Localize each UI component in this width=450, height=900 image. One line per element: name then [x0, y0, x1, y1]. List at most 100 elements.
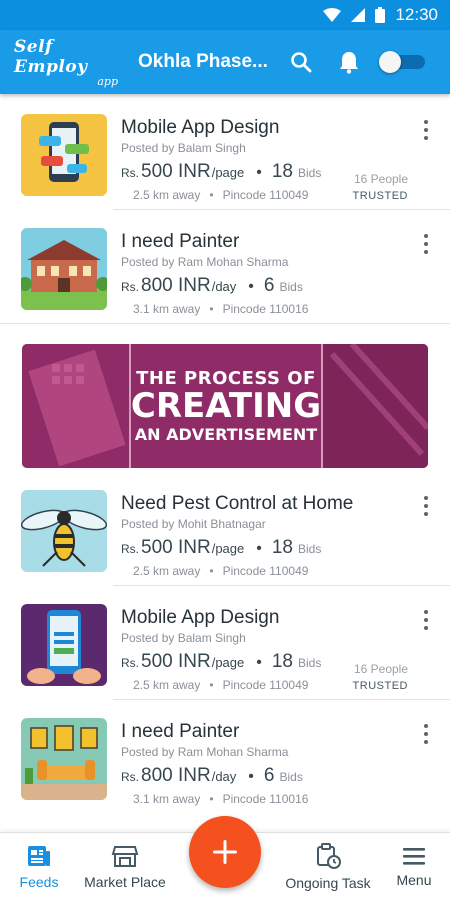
- nav-menu-label: Menu: [396, 872, 432, 888]
- toggle-knob: [379, 51, 401, 73]
- bids-label: Bids: [298, 166, 322, 180]
- logo-subtext: app: [97, 74, 118, 88]
- location-meta: 2.5 km away • Pincode 110049: [133, 564, 309, 578]
- job-title: Mobile App Design: [121, 117, 280, 138]
- feed-card[interactable]: Mobile App Design Posted by Balam Singh …: [0, 584, 450, 700]
- price-unit: /page: [211, 165, 245, 180]
- location-meta: 3.1 km away • Pincode 110016: [133, 792, 309, 806]
- location-meta: 2.5 km away • Pincode 110049: [133, 188, 309, 202]
- app-bar: Self Employ app Okhla Phase...: [0, 30, 450, 94]
- distance: 2.5 km away: [133, 678, 201, 692]
- pincode: Pincode 110049: [222, 188, 309, 202]
- advertisement-banner[interactable]: THE PROCESS OF CREATING AN ADVERTISEMENT: [22, 344, 428, 468]
- pincode: Pincode 110016: [222, 792, 309, 806]
- price-amount: 500 INR: [141, 651, 211, 672]
- search-button[interactable]: [281, 42, 321, 82]
- logo-text: Self Employ: [14, 36, 88, 77]
- location-meta: 3.1 km away • Pincode 110016: [133, 302, 309, 316]
- price-row: Rs. 500 INR /page • 18 Bids: [121, 161, 321, 183]
- menu-icon: [403, 848, 425, 865]
- status-bar: 12:30: [0, 0, 450, 30]
- distance: 3.1 km away: [133, 302, 201, 316]
- signal-icon: [351, 8, 366, 22]
- price-amount: 500 INR: [141, 537, 211, 558]
- add-post-button[interactable]: [189, 816, 261, 888]
- distance: 2.5 km away: [133, 188, 201, 202]
- nav-market-place-label: Market Place: [84, 874, 166, 890]
- bids-label: Bids: [298, 542, 322, 556]
- feed-card[interactable]: I need Painter Posted by Ram Mohan Sharm…: [0, 208, 450, 324]
- nav-feeds-label: Feeds: [19, 874, 59, 890]
- location-meta: 2.5 km away • Pincode 110049: [133, 678, 309, 692]
- price-row: Rs. 800 INR /day • 6 Bids: [121, 765, 303, 787]
- feed-card[interactable]: I need Painter Posted by Ram Mohan Sharm…: [0, 698, 450, 812]
- price-amount: 800 INR: [141, 275, 211, 296]
- bids-count: 6: [263, 765, 275, 786]
- nav-menu[interactable]: Menu: [386, 833, 442, 900]
- toggle-switch[interactable]: [379, 51, 427, 73]
- living-room-thumbnail: [21, 718, 107, 800]
- price-unit: /day: [211, 769, 237, 784]
- more-vert-icon[interactable]: [414, 118, 438, 142]
- price-amount: 500 INR: [141, 161, 211, 182]
- wifi-icon: [323, 8, 342, 22]
- status-time: 12:30: [395, 5, 438, 24]
- mobile-app-thumbnail: [21, 114, 107, 196]
- currency: Rs.: [121, 166, 139, 180]
- posted-by: Posted by Ram Mohan Sharma: [121, 255, 289, 269]
- people-count: 16 People: [353, 662, 408, 676]
- search-icon: [291, 52, 312, 73]
- more-vert-icon[interactable]: [414, 722, 438, 746]
- feed-card[interactable]: Need Pest Control at Home Posted by Mohi…: [0, 470, 450, 586]
- price-row: Rs. 800 INR /day • 6 Bids: [121, 275, 303, 297]
- job-title: Need Pest Control at Home: [121, 493, 354, 514]
- pincode: Pincode 110016: [222, 302, 309, 316]
- bids-count: 18: [271, 651, 293, 672]
- app-logo[interactable]: Self Employ app: [14, 36, 124, 88]
- more-vert-icon[interactable]: [414, 608, 438, 632]
- bids-label: Bids: [279, 280, 303, 294]
- bids-count: 18: [271, 537, 293, 558]
- nav-market-place[interactable]: Market Place: [74, 833, 176, 900]
- divider: [0, 323, 450, 324]
- more-vert-icon[interactable]: [414, 494, 438, 518]
- currency: Rs.: [121, 280, 139, 294]
- separator-dot: •: [256, 654, 262, 671]
- price-unit: /day: [211, 279, 237, 294]
- price-row: Rs. 500 INR /page • 18 Bids: [121, 537, 321, 559]
- location-selector[interactable]: Okhla Phase...: [138, 51, 273, 73]
- posted-by: Posted by Balam Singh: [121, 631, 246, 645]
- add-icon: [213, 840, 237, 864]
- separator-dot: •: [256, 164, 262, 181]
- feed-list: Mobile App Design Posted by Balam Singh …: [0, 94, 450, 832]
- nav-ongoing-task-label: Ongoing Task: [285, 875, 371, 891]
- feeds-icon: [28, 846, 50, 866]
- job-title: I need Painter: [121, 721, 240, 742]
- currency: Rs.: [121, 770, 139, 784]
- store-icon: [111, 846, 139, 867]
- notifications-button[interactable]: [329, 42, 369, 82]
- posted-by: Posted by Mohit Bhatnagar: [121, 517, 266, 531]
- bids-count: 18: [271, 161, 293, 182]
- house-thumbnail: [21, 228, 107, 310]
- price-unit: /page: [211, 655, 245, 670]
- mobile-app-thumbnail: [21, 604, 107, 686]
- distance: 2.5 km away: [133, 564, 201, 578]
- banner-line-3: AN ADVERTISEMENT: [134, 424, 318, 444]
- bids-label: Bids: [279, 770, 303, 784]
- nav-ongoing-task[interactable]: Ongoing Task: [274, 833, 382, 900]
- posted-by: Posted by Balam Singh: [121, 141, 246, 155]
- trusted-badge: TRUSTED: [352, 680, 408, 692]
- trusted-badge: TRUSTED: [352, 190, 408, 202]
- currency: Rs.: [121, 542, 139, 556]
- distance: 3.1 km away: [133, 792, 201, 806]
- nav-feeds[interactable]: Feeds: [8, 833, 70, 900]
- banner-line-2: CREATING: [130, 386, 322, 427]
- posted-by: Posted by Ram Mohan Sharma: [121, 745, 289, 759]
- price-amount: 800 INR: [141, 765, 211, 786]
- wasp-thumbnail: [21, 490, 107, 572]
- feed-card[interactable]: Mobile App Design Posted by Balam Singh …: [0, 94, 450, 210]
- bids-count: 6: [263, 275, 275, 296]
- task-icon: [317, 843, 341, 869]
- more-vert-icon[interactable]: [414, 232, 438, 256]
